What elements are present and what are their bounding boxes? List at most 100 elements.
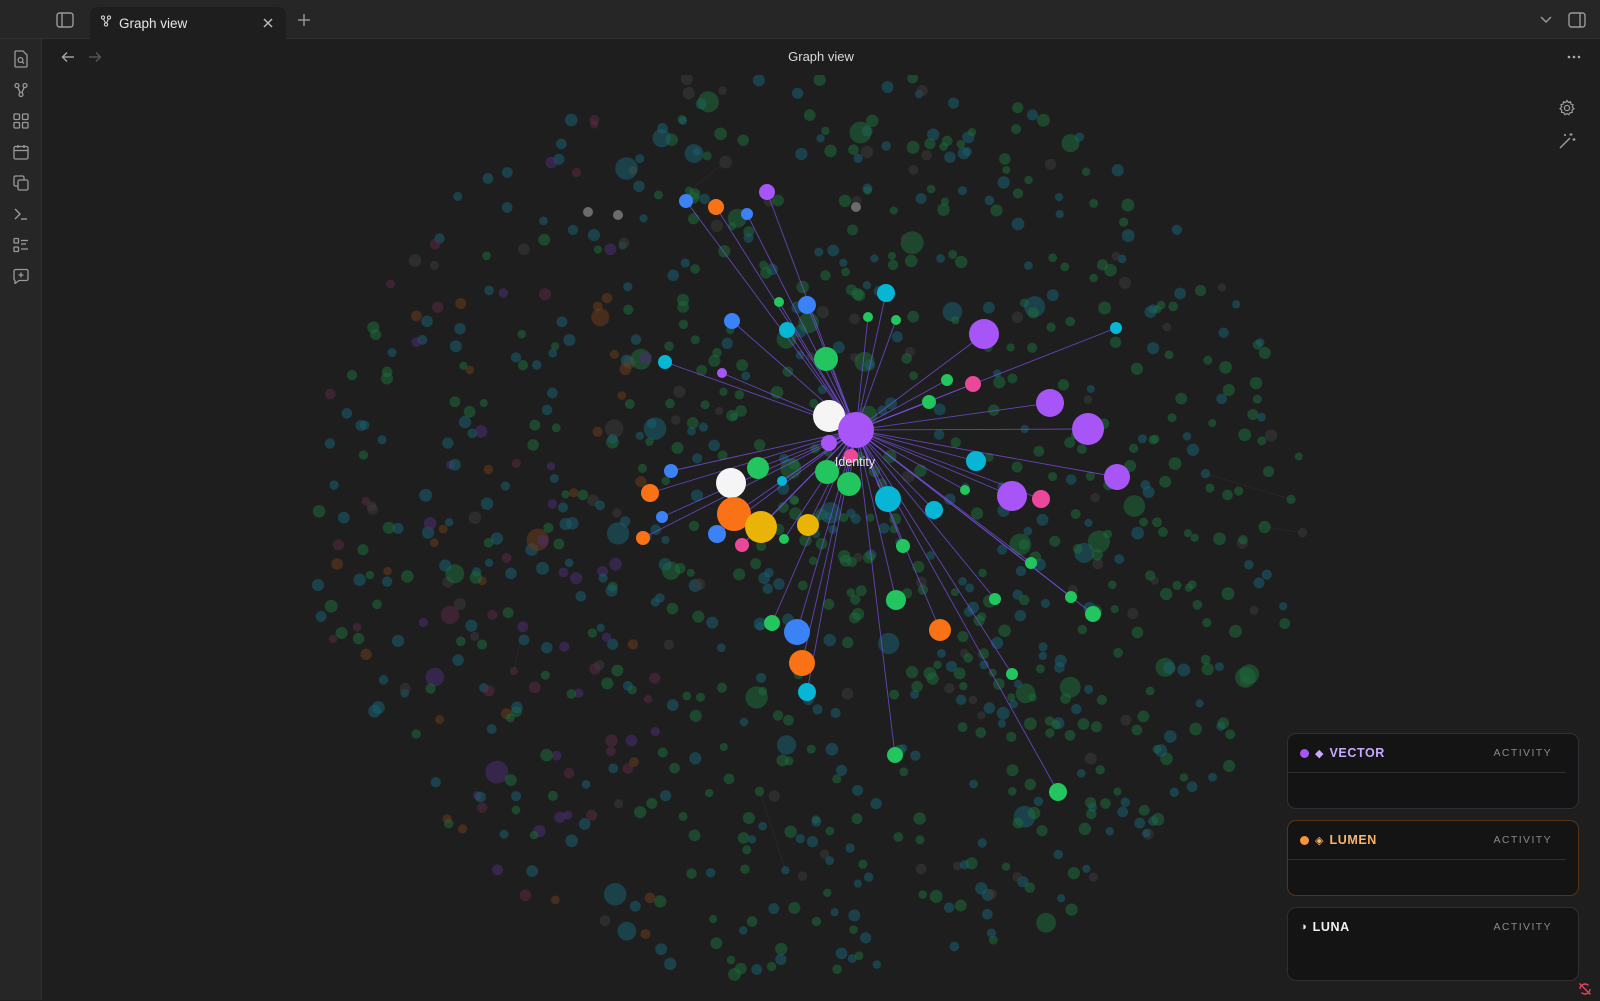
graph-node[interactable] xyxy=(933,429,945,440)
graph-node[interactable] xyxy=(594,660,605,671)
graph-node[interactable] xyxy=(504,774,517,787)
graph-node[interactable] xyxy=(709,915,718,924)
graph-node[interactable] xyxy=(547,499,558,509)
graph-node[interactable] xyxy=(825,856,835,866)
graph-node[interactable] xyxy=(752,75,765,87)
graph-node[interactable] xyxy=(1035,664,1045,674)
graph-node[interactable] xyxy=(905,665,919,679)
linked-node[interactable] xyxy=(886,590,906,610)
graph-node[interactable] xyxy=(615,157,638,180)
graph-node[interactable] xyxy=(926,672,939,685)
linked-node[interactable] xyxy=(989,593,1001,605)
graph-node[interactable] xyxy=(742,811,755,825)
graph-node[interactable] xyxy=(830,908,839,917)
graph-icon[interactable] xyxy=(10,79,32,101)
graph-node[interactable] xyxy=(824,144,837,158)
graph-node[interactable] xyxy=(1109,336,1122,348)
graph-node[interactable] xyxy=(751,963,763,975)
graph-node[interactable] xyxy=(1089,273,1098,283)
graph-node[interactable] xyxy=(567,224,579,236)
graph-node[interactable] xyxy=(563,810,573,820)
graph-node[interactable] xyxy=(564,558,574,568)
graph-node[interactable] xyxy=(1134,817,1146,829)
linked-node[interactable] xyxy=(658,355,672,369)
graph-node[interactable] xyxy=(1105,827,1115,836)
linked-node[interactable] xyxy=(745,511,777,543)
graph-node[interactable] xyxy=(776,735,797,755)
graph-node[interactable] xyxy=(452,654,464,666)
graph-node[interactable] xyxy=(1120,797,1131,808)
graph-node[interactable] xyxy=(996,706,1010,720)
graph-node[interactable] xyxy=(475,791,486,803)
graph-node[interactable] xyxy=(442,437,454,449)
graph-node[interactable] xyxy=(483,685,495,697)
graph-node[interactable] xyxy=(1113,787,1122,796)
graph-node[interactable] xyxy=(982,301,995,314)
graph-node[interactable] xyxy=(538,288,552,301)
close-tab-icon[interactable] xyxy=(260,15,276,31)
graph-node[interactable] xyxy=(986,888,997,900)
graph-node[interactable] xyxy=(772,710,784,721)
graph-node[interactable] xyxy=(1153,305,1162,314)
graph-node[interactable] xyxy=(1033,796,1044,807)
graph-node[interactable] xyxy=(1014,609,1027,622)
graph-node[interactable] xyxy=(845,284,857,296)
graph-node[interactable] xyxy=(808,556,818,566)
graph-node[interactable] xyxy=(1015,565,1027,577)
linked-node[interactable] xyxy=(1104,464,1130,490)
graph-node[interactable] xyxy=(439,559,452,572)
graph-node[interactable] xyxy=(1011,311,1023,324)
graph-node[interactable] xyxy=(698,422,709,432)
graph-node[interactable] xyxy=(1182,432,1192,441)
graph-node[interactable] xyxy=(468,511,482,524)
graph-node[interactable] xyxy=(977,838,988,848)
linked-node[interactable] xyxy=(929,619,951,641)
graph-node[interactable] xyxy=(944,683,955,694)
graph-node[interactable] xyxy=(837,549,851,563)
graph-node[interactable] xyxy=(378,675,389,685)
graph-node[interactable] xyxy=(1168,457,1182,471)
graph-node[interactable] xyxy=(1007,373,1018,384)
graph-node[interactable] xyxy=(706,616,719,629)
linked-node[interactable] xyxy=(664,464,678,478)
graph-node[interactable] xyxy=(392,522,404,534)
graph-node[interactable] xyxy=(740,864,750,874)
linked-node[interactable] xyxy=(708,199,724,215)
graph-node[interactable] xyxy=(425,667,445,687)
graph-node[interactable] xyxy=(490,532,504,545)
graph-node[interactable] xyxy=(1113,647,1123,658)
graph-node[interactable] xyxy=(1012,871,1023,882)
graph-node[interactable] xyxy=(1195,285,1207,297)
linked-node[interactable] xyxy=(716,468,746,498)
graph-node[interactable] xyxy=(477,639,488,650)
graph-node[interactable] xyxy=(1024,175,1033,185)
graph-node[interactable] xyxy=(1160,587,1173,601)
linked-node[interactable] xyxy=(641,484,659,502)
graph-node[interactable] xyxy=(688,213,700,225)
graph-node[interactable] xyxy=(693,578,706,591)
graph-node[interactable] xyxy=(825,826,835,836)
graph-node[interactable] xyxy=(1152,517,1162,528)
graph-node[interactable] xyxy=(1120,714,1132,726)
graph-node[interactable] xyxy=(870,798,882,810)
graph-node[interactable] xyxy=(705,867,716,878)
graph-node[interactable] xyxy=(1046,322,1056,332)
graph-node[interactable] xyxy=(1279,618,1291,629)
graph-node[interactable] xyxy=(915,835,925,845)
graph-node[interactable] xyxy=(852,784,864,796)
graph-node[interactable] xyxy=(957,186,967,196)
graph-node[interactable] xyxy=(734,390,745,400)
graph-node[interactable] xyxy=(1023,526,1033,536)
graph-node[interactable] xyxy=(825,742,839,756)
graph-node[interactable] xyxy=(1201,663,1214,676)
graph-node[interactable] xyxy=(978,648,990,660)
graph-node[interactable] xyxy=(959,860,970,870)
graph-node[interactable] xyxy=(1258,520,1271,534)
graph-node[interactable] xyxy=(657,747,668,758)
graph-node[interactable] xyxy=(449,340,462,353)
graph-node[interactable] xyxy=(1192,599,1203,610)
graph-node[interactable] xyxy=(510,352,522,363)
graph-node[interactable] xyxy=(623,282,633,292)
graph-node[interactable] xyxy=(470,631,480,641)
sync-status-icon[interactable] xyxy=(1578,982,1594,998)
